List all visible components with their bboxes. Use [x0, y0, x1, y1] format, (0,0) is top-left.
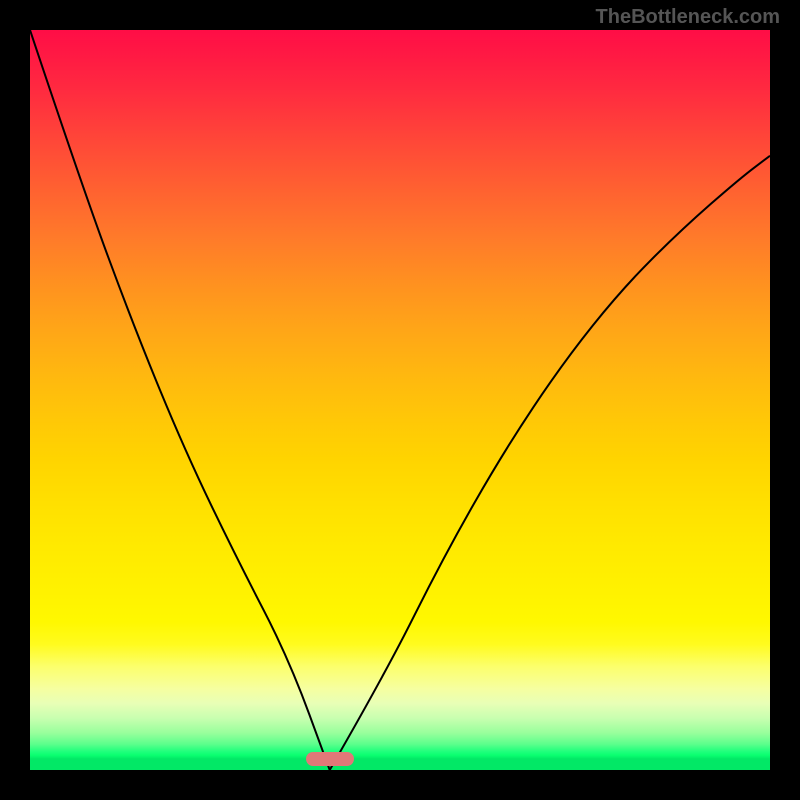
bottleneck-curve [30, 30, 770, 770]
watermark-text: TheBottleneck.com [596, 6, 780, 29]
optimal-marker [306, 752, 354, 766]
chart-area [30, 30, 770, 770]
